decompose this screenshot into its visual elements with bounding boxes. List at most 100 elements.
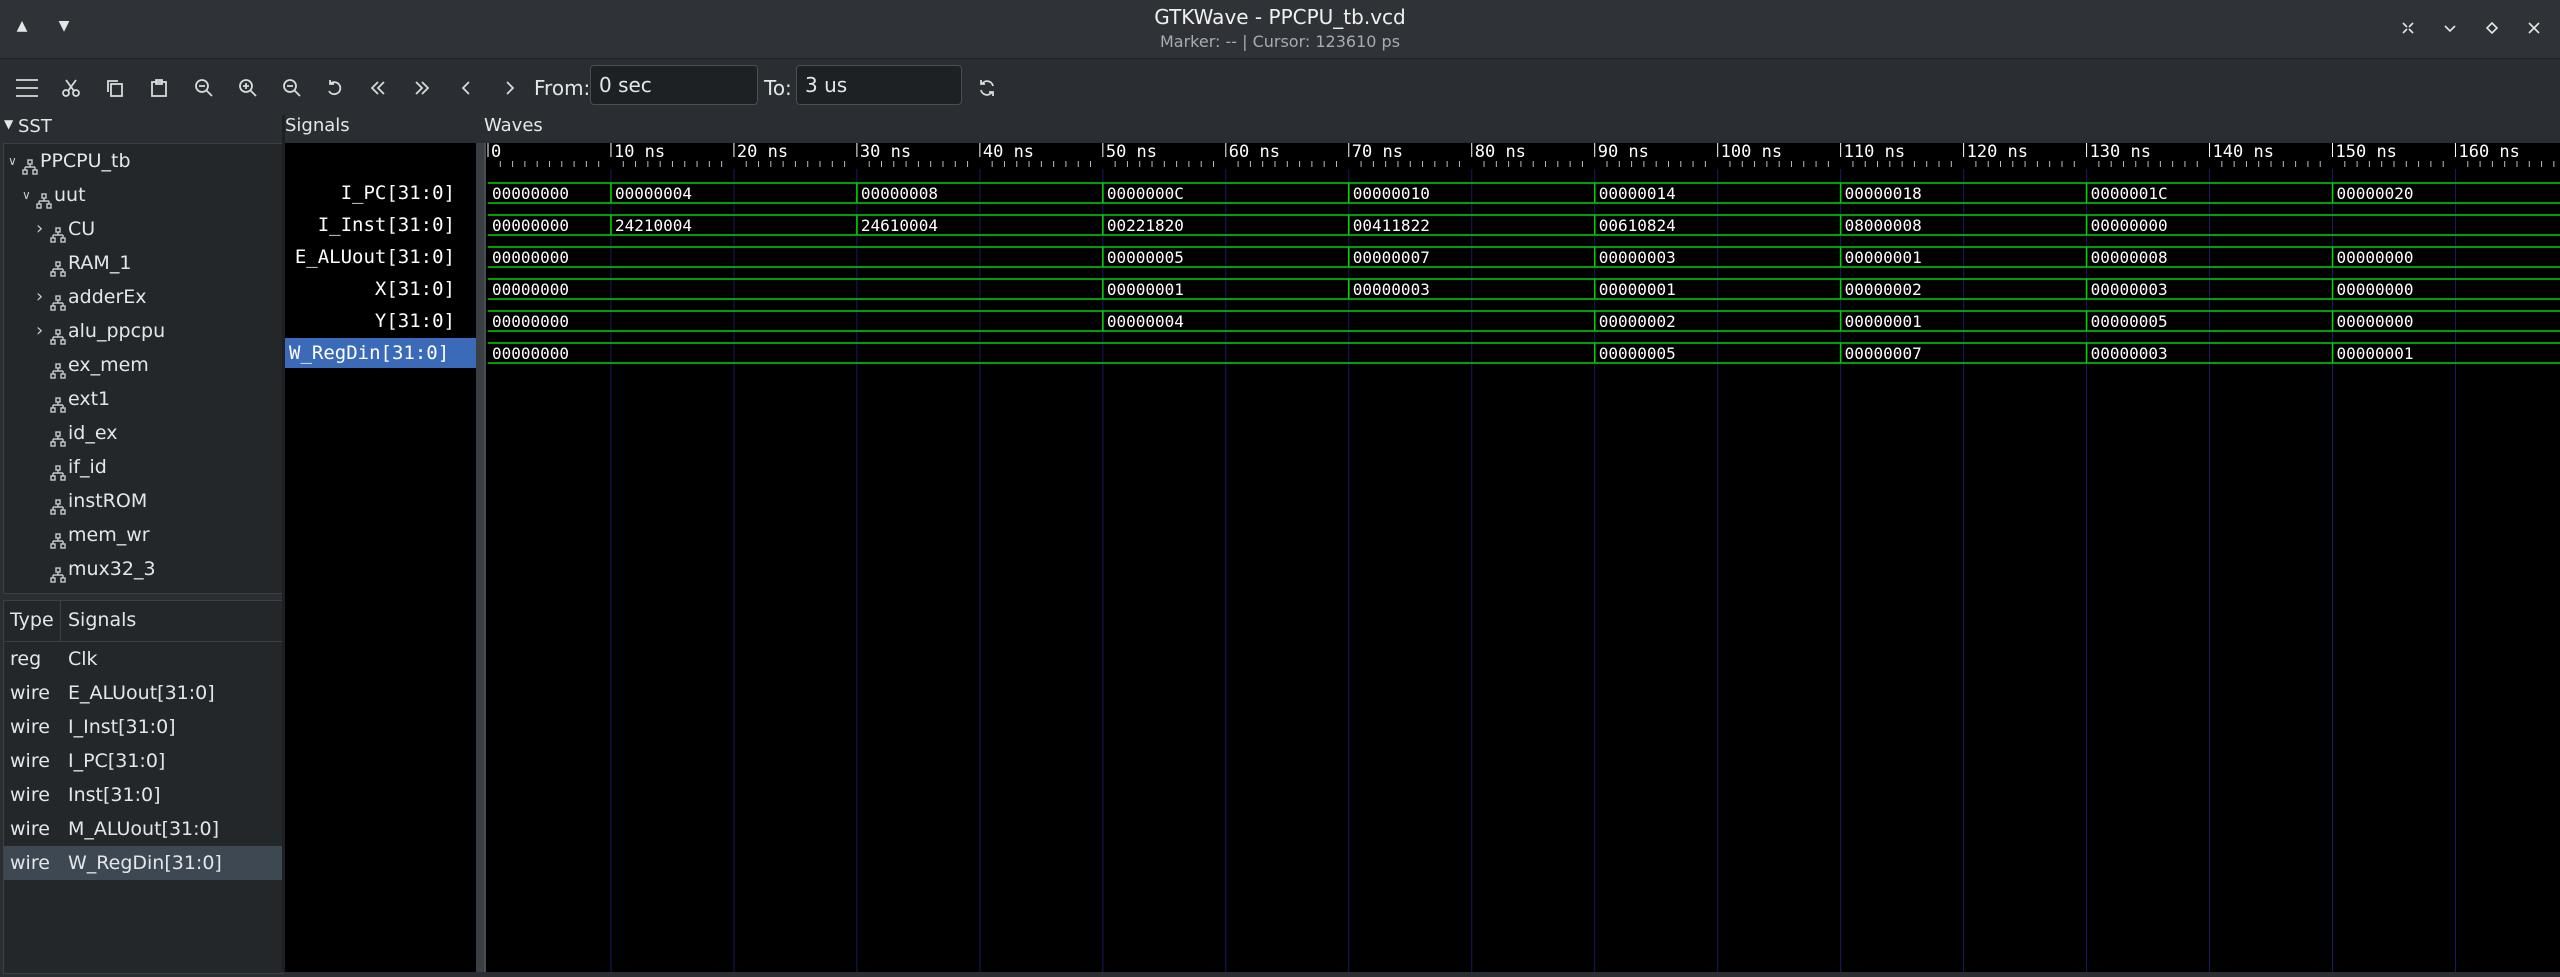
signal-name-1[interactable]: I_Inst[31:0] [318,210,455,240]
trace-value: 00000000 [492,344,569,363]
sst-tree[interactable]: ∨ PPCPU_tb ∨ uut › CU RAM_1 › adderEx › alu_ppcpu e… [3,143,283,594]
hierarchy-icon [50,390,66,413]
signal-name-0[interactable]: I_PC[31:0] [341,178,455,208]
signal-list-row[interactable]: wire M_ALUout[31:0] [4,812,282,846]
close-icon[interactable] [2520,14,2548,42]
cut-icon[interactable] [56,73,86,103]
hierarchy-icon [50,458,66,481]
waves-pane[interactable]: 0 10 ns 20 ns 30 ns 40 ns 50 ns 60 ns 70 ns 80 n… [484,142,2560,972]
trace-value: 0000001C [2091,184,2168,203]
tree-item-ext1[interactable]: ext1 [36,382,110,416]
tree-item-label: instROM [68,490,148,512]
signals-header: Signals [285,115,350,136]
time-tick-label: 150 ns [2336,143,2397,162]
signal-name-2[interactable]: E_ALUout[31:0] [295,242,455,272]
trace-value: 00000000 [492,280,569,299]
time-tick-label: 50 ns [1106,143,1157,162]
trace-value: 00000001 [1845,312,1922,331]
first-icon[interactable] [363,73,393,103]
next-icon[interactable] [495,73,525,103]
trace-value: 00000008 [861,184,938,203]
time-tick-label: 0 [491,143,501,162]
chevron-down-icon[interactable]: ∨ [8,144,22,178]
trace-value: 00000000 [492,312,569,331]
trace-value: 00000004 [615,184,692,203]
tree-item-alu_ppcpu[interactable]: › alu_ppcpu [36,314,165,348]
signal-name-4[interactable]: Y[31:0] [375,306,455,336]
tree-item-ex_mem[interactable]: ex_mem [36,348,149,382]
maximize-icon[interactable] [2478,14,2506,42]
signal-name-3[interactable]: X[31:0] [375,274,455,304]
toolbar: From: To: [0,59,2560,115]
copy-icon[interactable] [100,73,130,103]
tree-item-label: mux32_3 [68,558,156,580]
signal-list-row[interactable]: wire I_Inst[31:0] [4,710,282,744]
last-icon[interactable] [407,73,437,103]
tree-item-ram_1[interactable]: RAM_1 [36,246,131,280]
trace-value: 00000014 [1599,184,1676,203]
tree-item-id_ex[interactable]: id_ex [36,416,117,450]
signals-pane[interactable]: I_PC[31:0] I_Inst[31:0] E_ALUout[31:0] X[31… [285,143,477,972]
tree-item-label: if_id [68,456,107,478]
fullscreen-icon[interactable] [2394,14,2422,42]
tree-item-cu[interactable]: › CU [36,212,95,246]
chevron-down-icon[interactable]: ▼ [4,117,13,131]
time-tick-label: 60 ns [1229,143,1280,162]
chevron-right-icon[interactable]: › [36,280,50,314]
menu-icon[interactable] [12,73,42,103]
tree-item-if_id[interactable]: if_id [36,450,107,484]
signal-list-row[interactable]: wire W_RegDin[31:0] [4,846,282,880]
signal-type: wire [10,750,50,772]
chevron-right-icon[interactable]: › [36,314,50,348]
signal-list-row[interactable]: wire I_PC[31:0] [4,744,282,778]
trace-value: 24210004 [615,216,692,235]
signal-list-header: Type Signals [4,601,282,642]
type-column-header[interactable]: Type [10,609,54,631]
signal-name: I_PC[31:0] [68,750,166,772]
signal-type: reg [10,648,42,670]
signals-scrollbar[interactable] [476,143,484,972]
minimize-icon[interactable] [2436,14,2464,42]
trace-value: 00000018 [1845,184,1922,203]
trace-value: 00000000 [492,216,569,235]
tree-item-mux32_3[interactable]: mux32_3 [36,552,156,586]
tree-item-mem_wr[interactable]: mem_wr [36,518,150,552]
signal-list-row[interactable]: wire E_ALUout[31:0] [4,676,282,710]
signal-list-row[interactable]: reg Clk [4,642,282,676]
time-tick-label: 70 ns [1352,143,1403,162]
zoom-in-icon[interactable] [233,73,263,103]
sst-header: ▼ SST [4,116,52,137]
zoom-out-icon[interactable] [277,73,307,103]
trace-value: 00000010 [1353,184,1430,203]
trace-value: 00610824 [1599,216,1676,235]
signal-name: E_ALUout[31:0] [68,682,215,704]
tree-item-adderex[interactable]: › adderEx [36,280,147,314]
paste-icon[interactable] [144,73,174,103]
chevron-right-icon[interactable]: › [36,212,50,246]
reload-icon[interactable] [972,73,1002,103]
zoom-fit-icon[interactable] [189,73,219,103]
trace-value: 00000000 [2337,280,2414,299]
tree-item-label: alu_ppcpu [68,320,166,342]
chevron-down-icon[interactable]: ∨ [22,178,36,212]
trace-value: 00000003 [1599,248,1676,267]
hierarchy-icon [50,220,66,243]
from-label: From: [534,76,591,100]
title-bar: ▲ ▼ GTKWave - PPCPU_tb.vcd Marker: -- | … [0,0,2560,59]
undo-icon[interactable] [320,73,350,103]
hierarchy-icon [22,152,38,175]
tree-item-instrom[interactable]: instROM [36,484,147,518]
from-input[interactable] [590,65,758,105]
prev-icon[interactable] [451,73,481,103]
signal-list-row[interactable]: wire Inst[31:0] [4,778,282,812]
tree-item-label: id_ex [68,422,118,444]
signals-column-header[interactable]: Signals [68,609,136,631]
signal-name-5[interactable]: W_RegDin[31:0] [285,338,477,368]
tree-item-uut[interactable]: ∨ uut [22,178,86,212]
trace-value: 00000003 [2091,280,2168,299]
tree-item-ppcpu_tb[interactable]: ∨ PPCPU_tb [8,144,131,178]
time-tick-label: 140 ns [2213,143,2274,162]
signal-type: wire [10,784,50,806]
to-input[interactable] [796,65,962,105]
trace-value: 00000002 [1845,280,1922,299]
